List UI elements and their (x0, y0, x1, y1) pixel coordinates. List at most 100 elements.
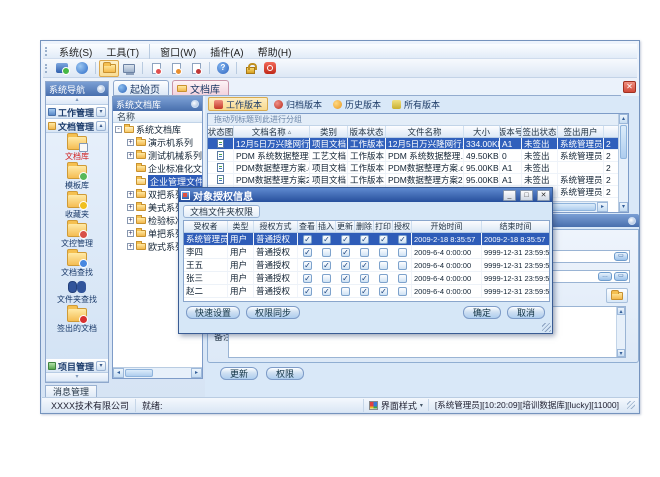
tree-node[interactable]: + 测试机械系列 (113, 149, 202, 162)
group-by-bar[interactable]: 拖动列标题到此进行分组 (208, 114, 618, 126)
chevron-up-icon[interactable]: ▴ (96, 121, 106, 131)
checkbox-checked[interactable]: ✓ (360, 235, 369, 244)
pushpin-icon[interactable] (97, 85, 105, 93)
checkbox-unchecked[interactable] (360, 248, 369, 257)
resize-grip[interactable] (627, 401, 635, 409)
checkbox-unchecked[interactable] (379, 248, 388, 257)
version-tab-button[interactable]: 归档版本 (269, 97, 327, 111)
chevron-down-icon[interactable]: ▾ (96, 107, 106, 117)
scrollbar-thumb[interactable] (620, 125, 627, 159)
checkbox-unchecked[interactable] (322, 274, 331, 283)
nav-header[interactable]: 系统导航 (46, 82, 108, 96)
field-picker-icon[interactable]: ▭ (614, 252, 628, 261)
update-button[interactable]: 更新 (220, 367, 258, 380)
sidebar-item[interactable]: 文档库 (65, 136, 89, 162)
document-edit-button[interactable] (166, 60, 186, 77)
tree-node[interactable]: - 系统文档库 (113, 123, 202, 136)
close-icon[interactable]: ✕ (537, 190, 550, 201)
checkbox-checked[interactable]: ✓ (322, 287, 331, 296)
textarea-scrollbar[interactable]: ▴ ▾ (616, 307, 625, 357)
checkbox-checked[interactable]: ✓ (360, 274, 369, 283)
menu-item[interactable]: 工具(T) (99, 44, 146, 59)
checkbox-checked[interactable]: ✓ (398, 235, 407, 244)
column-header[interactable]: 开始时间 (412, 221, 482, 232)
tree-expander-icon[interactable]: + (127, 191, 134, 198)
permission-row[interactable]: 系统管理员 用户 普通授权 ✓✓✓✓✓✓ 2009-2-18 8:35:57 2… (184, 233, 549, 246)
version-tab-button[interactable]: 工作版本 (208, 97, 268, 111)
field-picker-icon[interactable]: ▭ (614, 272, 628, 281)
collapse-strip[interactable]: ▴ (46, 96, 108, 105)
permission-sync-button[interactable]: 权限同步 (246, 306, 300, 319)
checkbox-unchecked[interactable] (379, 274, 388, 283)
dialog-tab-folder-permissions[interactable]: 文档文件夹权限 (183, 205, 260, 218)
document-delete-button[interactable] (186, 60, 206, 77)
column-header[interactable]: 受权者 (184, 221, 228, 232)
column-header[interactable]: 插入 (317, 221, 336, 232)
column-header[interactable]: 文件名称 (386, 126, 464, 137)
checkbox-unchecked[interactable] (322, 248, 331, 257)
document-tab[interactable]: 起始页 (113, 80, 169, 95)
pushpin-icon[interactable] (628, 217, 636, 225)
list-vertical-scrollbar[interactable]: ▴ ▾ (618, 114, 628, 212)
column-header[interactable]: 结束时间 (482, 221, 550, 232)
tree-expander-icon[interactable] (127, 178, 134, 185)
version-tab-button[interactable]: 所有版本 (387, 97, 445, 111)
tree-expander-icon[interactable]: + (127, 243, 134, 250)
folder-button[interactable] (99, 60, 119, 77)
column-header[interactable]: 删除 (355, 221, 374, 232)
checkbox-checked[interactable]: ✓ (303, 261, 312, 270)
document-row[interactable]: PDM数据整理方案.doc 项目文档 工作版本 PDM数据整理方案.doc 95… (208, 162, 618, 174)
menu-item[interactable]: 系统(S) (52, 44, 99, 59)
checkbox-checked[interactable]: ✓ (303, 274, 312, 283)
lock-button[interactable] (240, 60, 260, 77)
tree-expander-icon[interactable]: + (127, 230, 134, 237)
minimize-icon[interactable]: _ (503, 190, 516, 201)
scroll-right-icon[interactable]: ▸ (597, 202, 608, 212)
tree-column-header[interactable]: 名称 (113, 111, 202, 123)
tree-expander-icon[interactable]: + (127, 204, 134, 211)
checkbox-checked[interactable]: ✓ (379, 287, 388, 296)
tree-expander-icon[interactable]: + (127, 217, 134, 224)
checkbox-checked[interactable]: ✓ (341, 274, 350, 283)
column-header[interactable]: 文档名称 (234, 126, 310, 137)
sidebar-item[interactable]: 签出的文档 (57, 308, 97, 334)
column-header[interactable]: 签出状态 (522, 126, 558, 137)
menu-item[interactable]: 帮助(H) (251, 44, 299, 59)
network-status-button[interactable] (52, 60, 72, 77)
column-header[interactable]: 类别 (310, 126, 348, 137)
scroll-up-icon[interactable]: ▴ (619, 114, 628, 124)
dialog-titlebar[interactable]: 对象授权信息 _ □ ✕ (179, 188, 552, 202)
permission-row[interactable]: 张三 用户 普通授权 ✓✓✓ 2009-6-4 0:00:00 9999-12-… (184, 272, 549, 285)
sidebar-item[interactable]: 文控管理 (61, 223, 93, 249)
section-project-management[interactable]: 项目管理 ▾ (46, 359, 108, 373)
expand-strip[interactable]: ▾ (46, 373, 108, 382)
scrollbar-thumb[interactable] (125, 369, 153, 377)
section-work-management[interactable]: 工作管理 ▾ (46, 105, 108, 119)
close-tab-icon[interactable]: ✕ (623, 81, 636, 93)
sidebar-item[interactable]: 文档查找 (61, 252, 93, 278)
globe-button[interactable] (72, 60, 92, 77)
tree-expander-icon[interactable]: + (127, 152, 134, 159)
checkbox-unchecked[interactable] (398, 248, 407, 257)
exit-button[interactable] (260, 60, 280, 77)
sidebar-item[interactable]: 收藏夹 (65, 194, 89, 220)
column-header[interactable]: 大小 (464, 126, 500, 137)
column-header[interactable]: 版本号 (500, 126, 522, 137)
toolbar-grip[interactable] (45, 47, 48, 56)
column-header[interactable]: 更新 (336, 221, 355, 232)
browse-folder-button[interactable] (606, 288, 628, 303)
section-document-management[interactable]: 文档管理 ▴ (46, 119, 108, 133)
scroll-left-icon[interactable]: ◂ (113, 368, 124, 378)
tree-expander-icon[interactable] (127, 165, 134, 172)
tree-node[interactable]: 企业标准化文件 (113, 162, 202, 175)
help-button[interactable]: ? (213, 60, 233, 77)
menu-item[interactable]: 窗口(W) (149, 44, 203, 59)
document-new-button[interactable] (146, 60, 166, 77)
checkbox-checked[interactable]: ✓ (303, 248, 312, 257)
column-header[interactable]: 签出用户 (558, 126, 604, 137)
tree-header[interactable]: 系统文档库 (113, 97, 202, 111)
checkbox-unchecked[interactable] (398, 287, 407, 296)
quick-setup-button[interactable]: 快速设置 (186, 306, 240, 319)
checkbox-checked[interactable]: ✓ (322, 235, 331, 244)
ok-button[interactable]: 确定 (463, 306, 501, 319)
